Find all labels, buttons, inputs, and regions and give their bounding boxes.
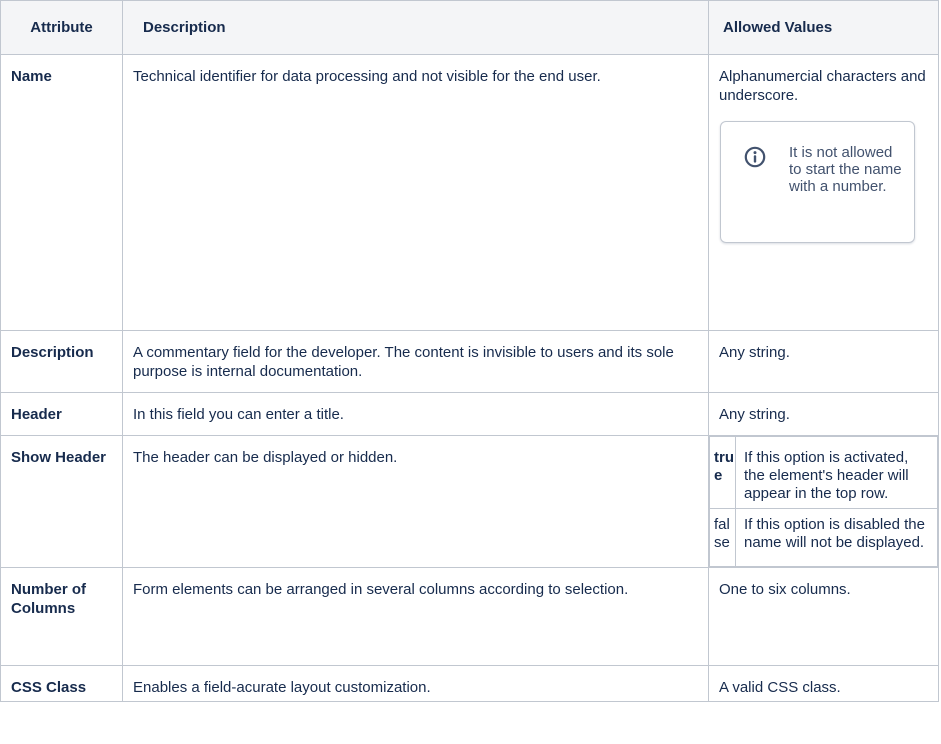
attribute-cell: Header: [0, 392, 123, 436]
description-cell: Form elements can be arranged in several…: [122, 567, 709, 666]
attribute-table: Attribute Description Allowed Values Nam…: [0, 0, 939, 702]
allowed-values-cell: Any string.: [708, 392, 939, 436]
info-panel: It is not allowed to start the name with…: [720, 121, 915, 243]
description-cell: In this field you can enter a title.: [122, 392, 709, 436]
attribute-cell: CSS Class: [0, 665, 123, 702]
table-row: Name Technical identifier for data proce…: [0, 54, 939, 331]
attribute-cell: Show Header: [0, 435, 123, 568]
table-row: Description A commentary field for the d…: [0, 330, 939, 393]
allowed-values-cell: Any string.: [708, 330, 939, 393]
description-cell: Technical identifier for data processing…: [122, 54, 709, 331]
attribute-cell: Description: [0, 330, 123, 393]
attribute-table-page: Attribute Description Allowed Values Nam…: [0, 0, 941, 744]
description-cell: The header can be displayed or hidden.: [122, 435, 709, 568]
table-header-row: Attribute Description Allowed Values: [0, 0, 939, 55]
table-row: Number of Columns Form elements can be a…: [0, 567, 939, 666]
allowed-values-text: Alphanumercial characters and underscore…: [719, 68, 926, 104]
allowed-values-cell: Alphanumercial characters and underscore…: [708, 54, 939, 331]
option-key-false: false: [709, 508, 736, 567]
info-note-text: It is not allowed to start the name with…: [789, 144, 902, 195]
table-row: Show Header The header can be displayed …: [0, 435, 939, 568]
header-description: Description: [122, 0, 709, 55]
attribute-cell: Name: [0, 54, 123, 331]
option-row-false: false If this option is disabled the nam…: [709, 508, 938, 567]
option-desc-false: If this option is disabled the name will…: [735, 508, 938, 567]
option-desc-true: If this option is activated, the element…: [735, 436, 938, 509]
allowed-values-cell: A valid CSS class.: [708, 665, 939, 702]
header-attribute: Attribute: [0, 0, 123, 55]
allowed-values-cell: One to six columns.: [708, 567, 939, 666]
allowed-values-cell: true If this option is activated, the el…: [708, 435, 939, 568]
description-cell: Enables a field-acurate layout customiza…: [122, 665, 709, 702]
table-row: Header In this field you can enter a tit…: [0, 392, 939, 436]
option-key-true: true: [709, 436, 736, 509]
table-row: CSS Class Enables a field-acurate layout…: [0, 665, 939, 702]
attribute-cell: Number of Columns: [0, 567, 123, 666]
header-allowed-values: Allowed Values: [708, 0, 939, 55]
options-table: true If this option is activated, the el…: [709, 436, 938, 567]
option-row-true: true If this option is activated, the el…: [709, 436, 938, 509]
description-cell: A commentary field for the developer. Th…: [122, 330, 709, 393]
info-icon: [744, 146, 766, 168]
